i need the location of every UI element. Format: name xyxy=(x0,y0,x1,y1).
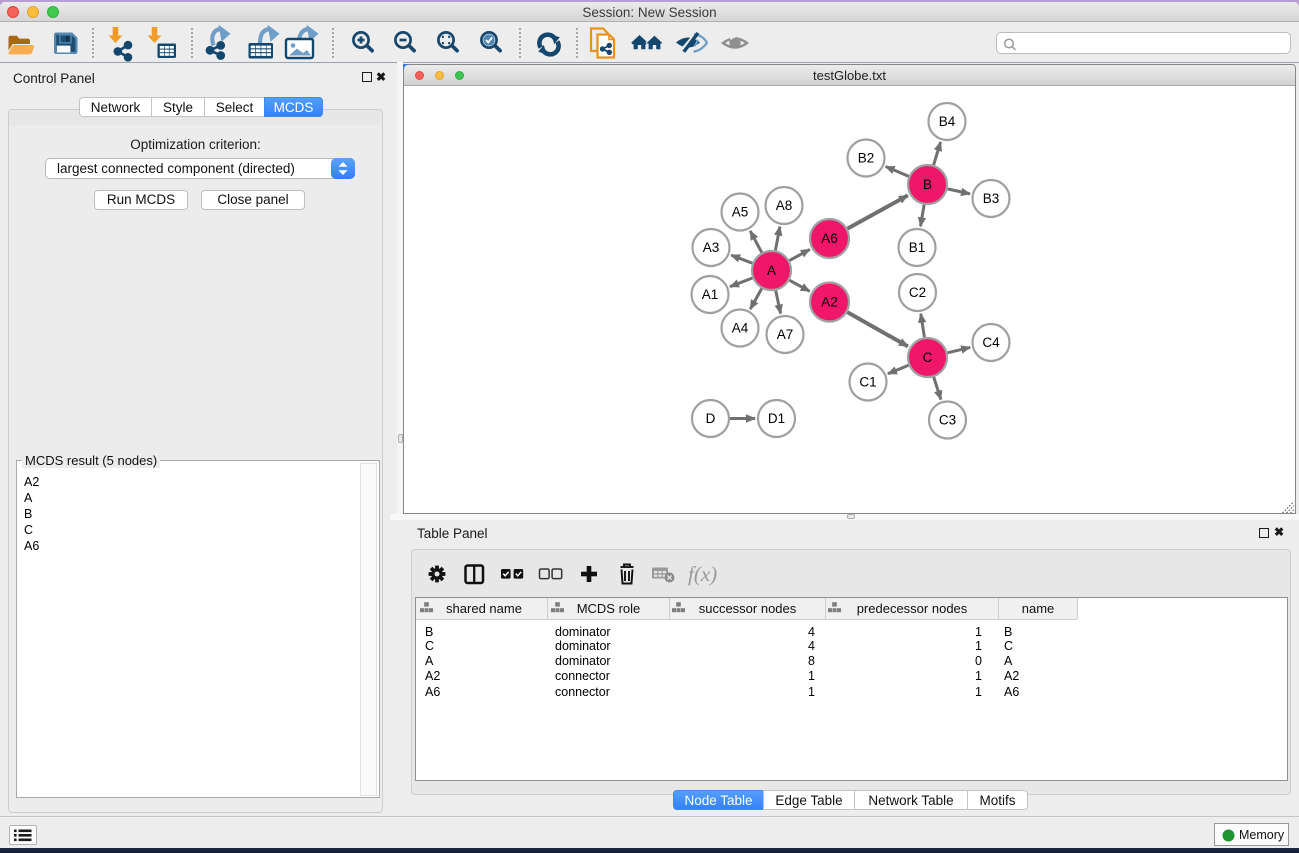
svg-text:C4: C4 xyxy=(982,335,1000,350)
svg-text:A2: A2 xyxy=(821,295,838,310)
svg-text:B2: B2 xyxy=(858,151,875,166)
svg-text:A4: A4 xyxy=(732,321,749,336)
svg-text:D: D xyxy=(706,411,716,426)
svg-text:B3: B3 xyxy=(983,191,1000,206)
svg-text:C1: C1 xyxy=(859,375,876,390)
svg-text:A8: A8 xyxy=(776,198,793,213)
svg-text:C2: C2 xyxy=(909,285,926,300)
svg-text:C: C xyxy=(923,350,933,365)
svg-text:B4: B4 xyxy=(939,114,956,129)
svg-text:B1: B1 xyxy=(909,240,926,255)
svg-text:A3: A3 xyxy=(703,240,720,255)
svg-text:f(x): f(x) xyxy=(688,562,717,586)
svg-text:C3: C3 xyxy=(939,413,956,428)
svg-text:D1: D1 xyxy=(768,411,785,426)
svg-text:A: A xyxy=(767,263,776,278)
svg-text:A5: A5 xyxy=(732,205,749,220)
svg-text:A1: A1 xyxy=(702,287,719,302)
svg-text:B: B xyxy=(923,177,932,192)
svg-text:A7: A7 xyxy=(777,327,794,342)
svg-text:A6: A6 xyxy=(821,231,838,246)
